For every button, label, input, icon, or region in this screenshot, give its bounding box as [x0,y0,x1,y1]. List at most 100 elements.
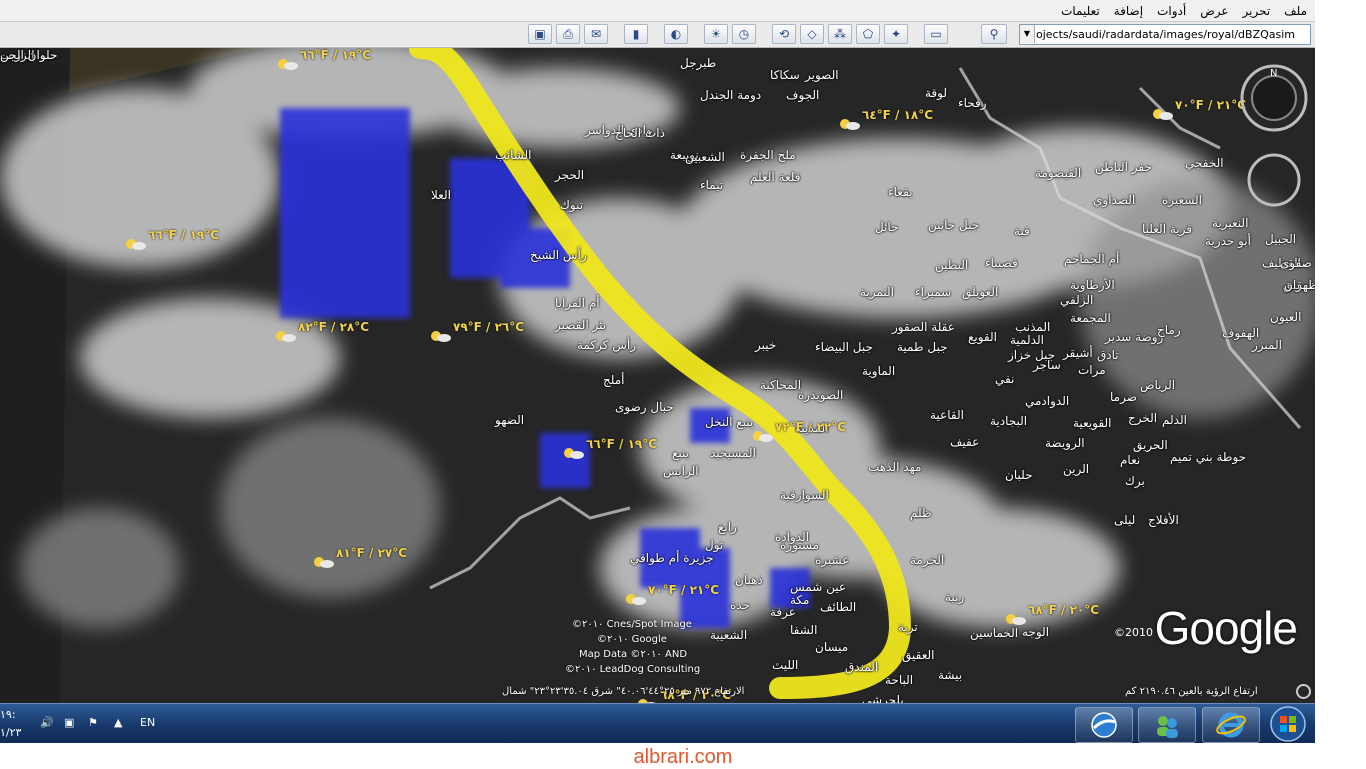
search-button[interactable]: ⚲ [981,24,1007,44]
place-label[interactable]: الوجه [1022,625,1049,639]
temperature-label[interactable]: ٦٨°F / ٢٠°C [1028,603,1099,617]
place-label[interactable]: العيون [1270,310,1301,324]
weather-sun-icon[interactable] [636,696,658,703]
place-label[interactable]: رماح [1157,323,1181,337]
place-label[interactable]: عرفة [770,605,796,619]
address-dropdown[interactable]: ▼ [1020,25,1035,43]
place-label[interactable]: سكاكا [770,68,800,82]
place-label[interactable]: عقلة الصقور [892,320,955,334]
place-label[interactable]: الظهران [1284,278,1315,292]
add-polygon-button[interactable]: ⬠ [856,24,880,44]
place-label[interactable]: ضرما [1110,390,1137,404]
place-label[interactable]: نفي [995,372,1014,386]
sunlight-button[interactable]: ☀ [704,24,728,44]
weather-sun-icon[interactable] [274,328,296,342]
language-indicator[interactable]: EN [140,716,155,729]
place-label[interactable]: العقيق [902,648,934,662]
place-label[interactable]: القويع [968,330,997,344]
place-label[interactable]: الخماسين [970,626,1018,640]
temperature-label[interactable]: ٧٢°F / ٢٢°C [775,420,846,434]
place-label[interactable]: الدلمية [1010,333,1044,347]
email-button[interactable]: ✉ [584,24,608,44]
place-label[interactable]: عشيرة [815,553,849,567]
place-label[interactable]: جزيرة أم طواقي [630,551,714,565]
place-label[interactable]: تربة [898,620,918,634]
historical-imagery-button[interactable]: ◷ [732,24,756,44]
place-label[interactable]: البطين [935,258,968,272]
place-label[interactable]: سميراء [915,285,951,299]
place-label[interactable]: المسيجيد [710,446,756,460]
temperature-label[interactable]: ٦٦°F / ١٩°C [586,437,657,451]
place-label[interactable]: النمرية [860,285,894,299]
place-label[interactable]: حائل [875,220,899,234]
place-label[interactable]: الحجر [555,168,584,182]
weather-sun-icon[interactable] [276,56,298,70]
place-label[interactable]: الصويدرة [798,388,843,402]
place-label[interactable]: السعيرة [1162,193,1202,207]
place-label[interactable]: الجوف [786,88,819,102]
place-label[interactable]: روضة سدير [1105,330,1163,344]
place-label[interactable]: الشفا [790,623,817,637]
place-label[interactable]: دومة الجندل [700,88,761,102]
place-label[interactable]: خيبر [755,338,776,352]
weather-sun-icon[interactable] [1151,106,1173,120]
place-label[interactable]: الخرمة [910,553,944,567]
place-label[interactable]: جبل البيضاء [815,340,873,354]
place-label[interactable]: رنية [945,590,964,604]
place-label[interactable]: المجمعة [1070,311,1111,325]
taskbar-google-earth[interactable] [1075,707,1133,743]
place-label[interactable]: الأرطاوية [1070,278,1115,292]
place-label[interactable]: مهد الذهب [868,460,921,474]
place-label[interactable]: مرات [1078,363,1106,377]
place-label[interactable]: ميسان [815,640,848,654]
place-label[interactable]: ساجر [1033,358,1061,372]
place-label[interactable]: الغويلق [962,285,998,299]
place-label[interactable]: ذات الحاج [615,126,665,140]
place-label[interactable]: رابغ [718,520,737,534]
temperature-label[interactable]: ٦٦°F / ١٩°C [148,228,219,242]
ruler-button[interactable]: ▮ [624,24,648,44]
place-label[interactable]: رفحاء [958,96,987,110]
temperature-label[interactable]: ٦٤°F / ١٨°C [862,108,933,122]
place-label[interactable]: جبل جانين [928,218,979,232]
place-label[interactable]: الخرج [1128,411,1157,425]
weather-sun-icon[interactable] [838,116,860,130]
place-label[interactable]: الدوادمي [1025,394,1069,408]
sidebar-toggle-button[interactable]: ▭ [924,24,948,44]
weather-sun-icon[interactable] [1004,611,1026,625]
weather-sun-icon[interactable] [624,591,646,605]
place-label[interactable]: بلجرشي [862,693,904,703]
weather-sun-icon[interactable] [429,328,451,342]
action-center-flag-icon[interactable]: ⚑ [88,716,98,729]
place-label[interactable]: مستورة [780,538,819,552]
place-label[interactable]: الرايس [663,464,699,478]
place-label[interactable]: السوارقية [780,488,829,502]
place-label[interactable]: حوطة بني تميم [1170,450,1246,464]
place-label[interactable]: نعام [1120,453,1140,467]
place-label[interactable]: عين شمس [790,580,846,594]
menu-file[interactable]: ملف [1284,4,1307,18]
add-overlay-button[interactable]: ◇ [800,24,824,44]
address-field[interactable]: ojects/saudi/radardata/images/royal/dBZQ… [1019,24,1311,45]
place-label[interactable]: أملج [603,373,624,387]
network-icon[interactable]: ▣ [64,716,74,729]
place-label[interactable]: ينبع النخل [705,415,753,429]
place-label[interactable]: المبرز [1252,338,1282,352]
place-label[interactable]: ليلى [1114,513,1135,527]
place-label[interactable]: الصوير [805,68,839,82]
place-label[interactable]: لوقة [925,86,947,100]
place-label[interactable]: قلعة العلم [750,170,800,184]
place-label[interactable]: الرويضة [1045,436,1085,450]
place-label[interactable]: الباحة [885,673,913,687]
place-label[interactable]: ينبع [672,446,689,460]
place-label[interactable]: القيصومة [1035,166,1081,180]
volume-icon[interactable]: 🔊 [40,716,54,729]
start-button[interactable] [1264,704,1312,743]
place-label[interactable]: الشائب [495,148,531,162]
place-label[interactable]: الشعيبة [710,628,747,642]
place-label[interactable]: الأفلاج [1148,513,1179,527]
show-hidden-icons-button[interactable]: ▲ [114,716,122,729]
weather-sun-icon[interactable] [124,236,146,250]
temperature-label[interactable]: ٦٦°F / ١٩°C [300,48,371,62]
place-label[interactable]: المحاكية [760,378,801,392]
